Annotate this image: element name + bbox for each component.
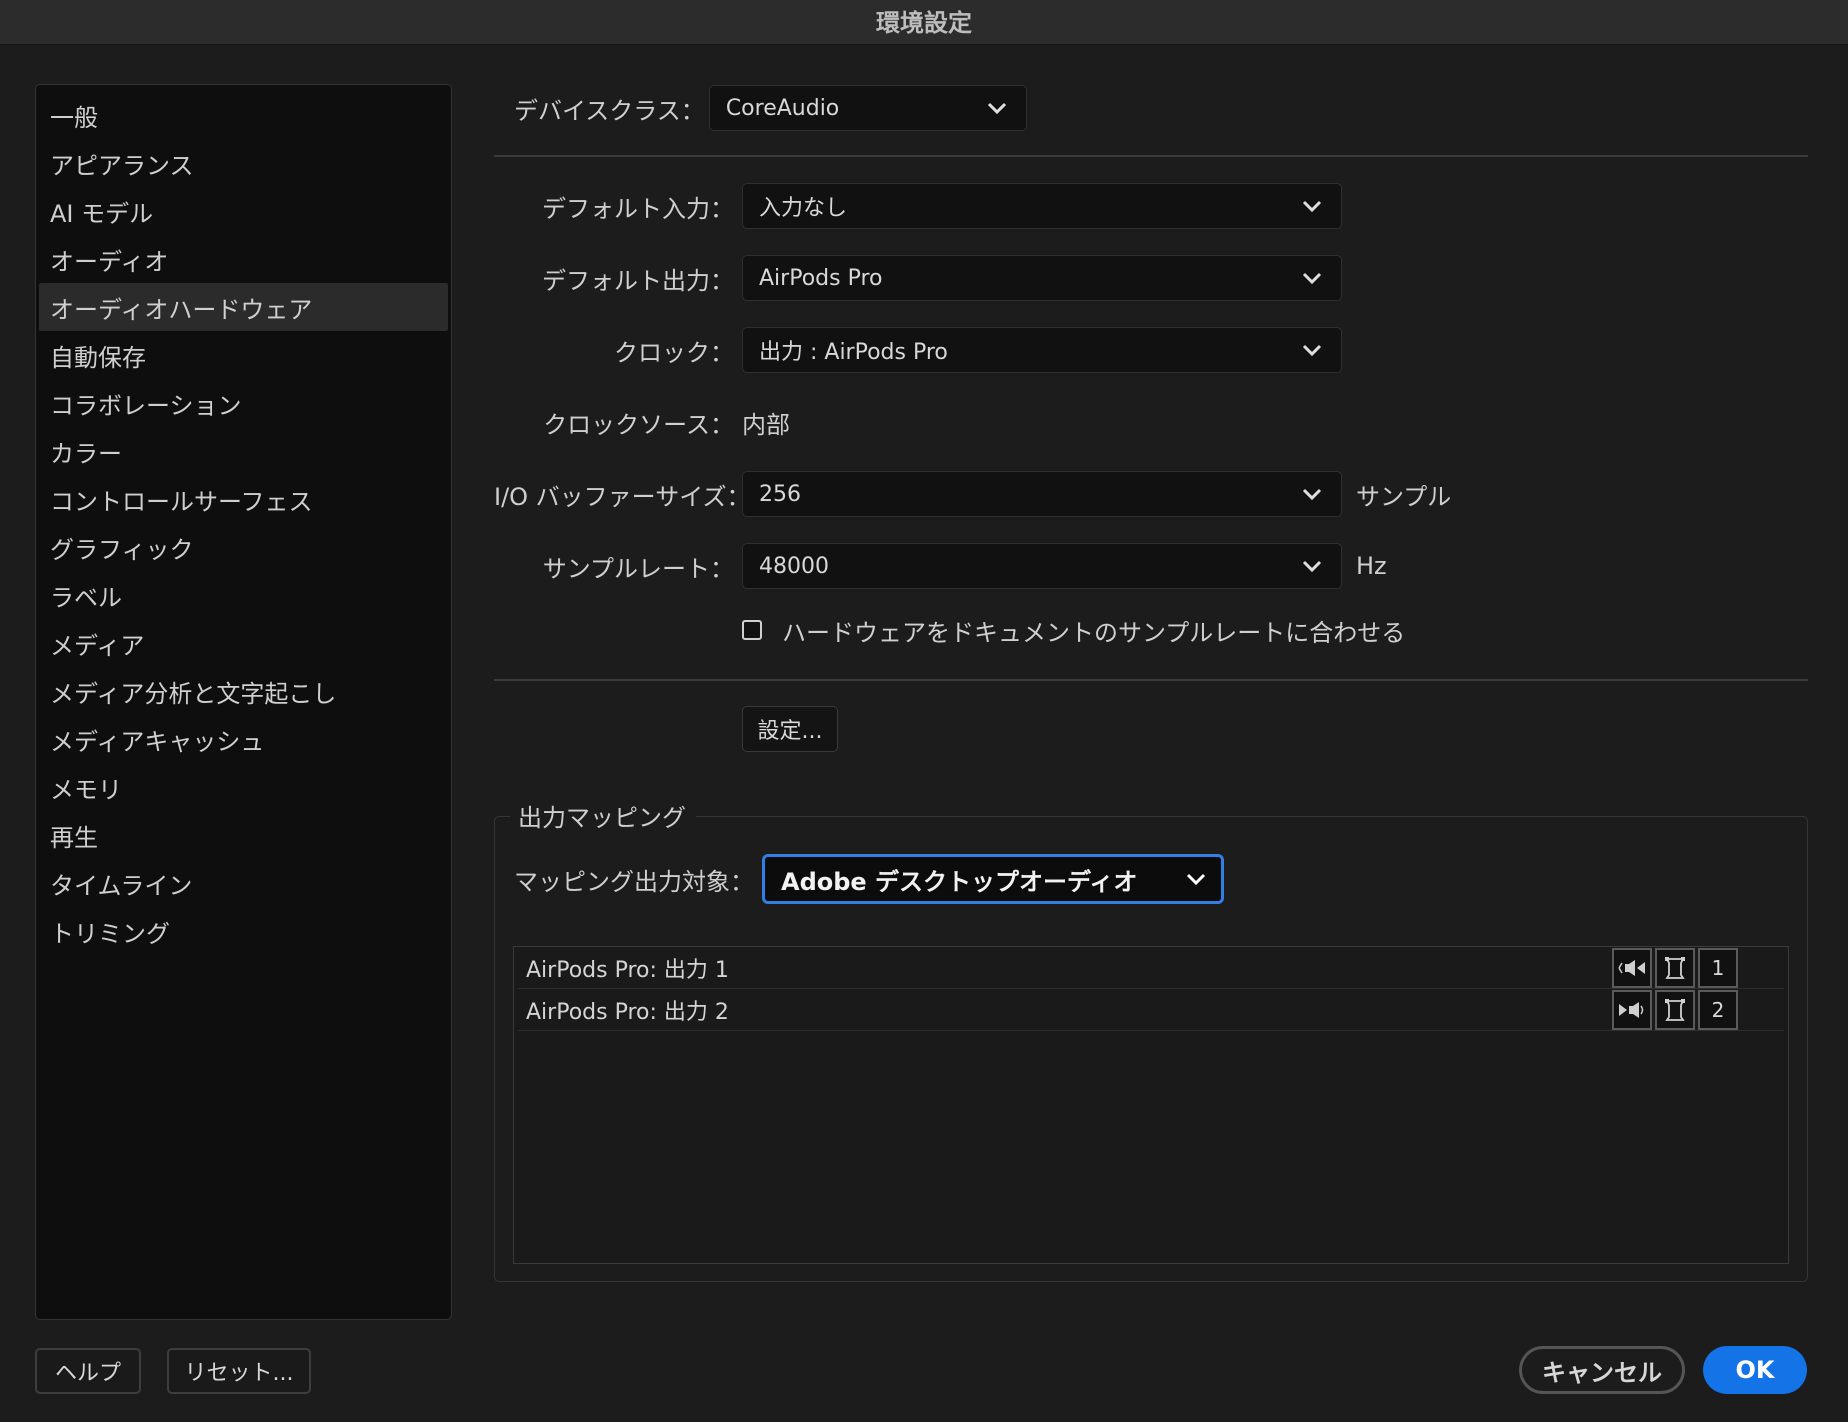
speaker-right-icon-glyph [1619,1001,1644,1018]
mapping-target-value: Adobe デスクトップオーディオ [781,867,1138,896]
device-class-dropdown[interactable]: CoreAudio [708,85,1027,131]
sidebar-item-collaboration[interactable]: コラボレーション [39,379,448,427]
ok-button[interactable]: OK [1703,1346,1807,1394]
sample-rate-dropdown[interactable]: 48000 [742,543,1342,589]
device-class-value: CoreAudio [725,95,840,121]
sidebar-item-audio-hardware[interactable]: オーディオハードウェア [39,283,448,331]
default-input-value: 入力なし [759,196,848,221]
mapping-target-dropdown[interactable]: Adobe デスクトップオーディオ [762,854,1224,904]
chevron-down-icon [1302,200,1322,213]
default-input-label: デフォルト入力： [542,194,734,223]
title-bar: 環境設定 [0,0,1848,45]
chevron-down-icon [1186,873,1206,886]
device-settings-button[interactable]: 設定... [742,706,838,752]
section-divider [494,679,1808,681]
match-sample-rate-label: ハードウェアをドキュメントのサンプルレートに合わせる [782,618,1406,647]
sidebar-item-graphics[interactable]: グラフィック [39,523,448,571]
channel-assign-icon[interactable] [1655,947,1695,988]
chevron-down-icon [987,102,1006,115]
sidebar-item-general[interactable]: 一般 [39,91,448,139]
window-title: 環境設定 [876,8,972,37]
mapping-row[interactable]: AirPods Pro: 出力 2 2 [518,989,1784,1031]
mapping-row-label: AirPods Pro: 出力 1 [526,957,729,983]
clock-value: 出力 : AirPods Pro [759,340,948,365]
match-sample-rate-checkbox[interactable] [742,620,762,640]
output-mapping-list: AirPods Pro: 出力 1 1 AirPods Pro: 出力 2 2 [513,946,1789,1264]
speaker-left-icon-glyph [1618,959,1645,976]
reset-button[interactable]: リセット... [167,1348,311,1394]
audio-hardware-panel: デバイスクラス： CoreAudio デフォルト入力： 入力なし デフォルト出力… [494,84,1808,1334]
chevron-down-icon [1302,560,1322,573]
default-output-dropdown[interactable]: AirPods Pro [742,255,1342,301]
chevron-down-icon [1302,344,1322,357]
channel-assign-icon[interactable] [1655,989,1695,1030]
sidebar-item-ai-models[interactable]: AI モデル [39,187,448,235]
sample-rate-value: 48000 [759,553,829,579]
mapping-row[interactable]: AirPods Pro: 出力 1 1 [518,947,1784,989]
default-output-label: デフォルト出力： [542,266,734,295]
clock-source-label: クロックソース： [543,410,734,439]
sidebar-item-memory[interactable]: メモリ [39,763,448,811]
buffer-size-label: I/O バッファーサイズ： [494,482,751,511]
help-button[interactable]: ヘルプ [35,1348,141,1394]
mapping-row-label: AirPods Pro: 出力 2 [526,999,729,1025]
clock-source-value: 内部 [742,410,790,439]
sidebar-item-audio[interactable]: オーディオ [39,235,448,283]
sidebar-item-media-cache[interactable]: メディアキャッシュ [39,715,448,763]
sidebar-item-timeline[interactable]: タイムライン [39,859,448,907]
buffer-size-dropdown[interactable]: 256 [742,471,1342,517]
sample-rate-unit: Hz [1356,552,1387,580]
sidebar-item-control-surface[interactable]: コントロールサーフェス [39,475,448,523]
output-mapping-title: 出力マッピング [510,798,696,833]
clock-dropdown[interactable]: 出力 : AirPods Pro [742,327,1342,373]
sidebar-item-auto-save[interactable]: 自動保存 [39,331,448,379]
buffer-size-unit: サンプル [1356,482,1452,511]
channel-assign-icon-glyph [1665,956,1685,979]
clock-label: クロック： [614,338,734,367]
default-output-value: AirPods Pro [759,265,883,291]
sidebar-item-labels[interactable]: ラベル [39,571,448,619]
speaker-right-icon[interactable] [1612,989,1652,1030]
sidebar-item-trimming[interactable]: トリミング [39,907,448,955]
sidebar-item-media[interactable]: メディア [39,619,448,667]
cancel-button[interactable]: キャンセル [1519,1346,1685,1394]
sidebar-item-media-analysis[interactable]: メディア分析と文字起こし [39,667,448,715]
sidebar: 一般 アピアランス AI モデル オーディオ オーディオハードウェア 自動保存 … [35,84,452,1320]
chevron-down-icon [1302,272,1322,285]
sample-rate-label: サンプルレート： [542,554,734,583]
device-class-label: デバイスクラス： [514,96,705,125]
chevron-down-icon [1302,488,1322,501]
speaker-left-icon[interactable] [1612,947,1652,988]
default-input-dropdown[interactable]: 入力なし [742,183,1342,229]
buffer-size-value: 256 [759,481,801,507]
sidebar-item-appearance[interactable]: アピアランス [39,139,448,187]
channel-assign-icon-glyph [1665,998,1685,1021]
channel-number-badge[interactable]: 1 [1698,947,1738,988]
channel-number-badge[interactable]: 2 [1698,989,1738,1030]
section-divider [494,155,1808,157]
mapping-target-label: マッピング出力対象： [514,867,754,896]
sidebar-item-color[interactable]: カラー [39,427,448,475]
sidebar-item-playback[interactable]: 再生 [39,811,448,859]
